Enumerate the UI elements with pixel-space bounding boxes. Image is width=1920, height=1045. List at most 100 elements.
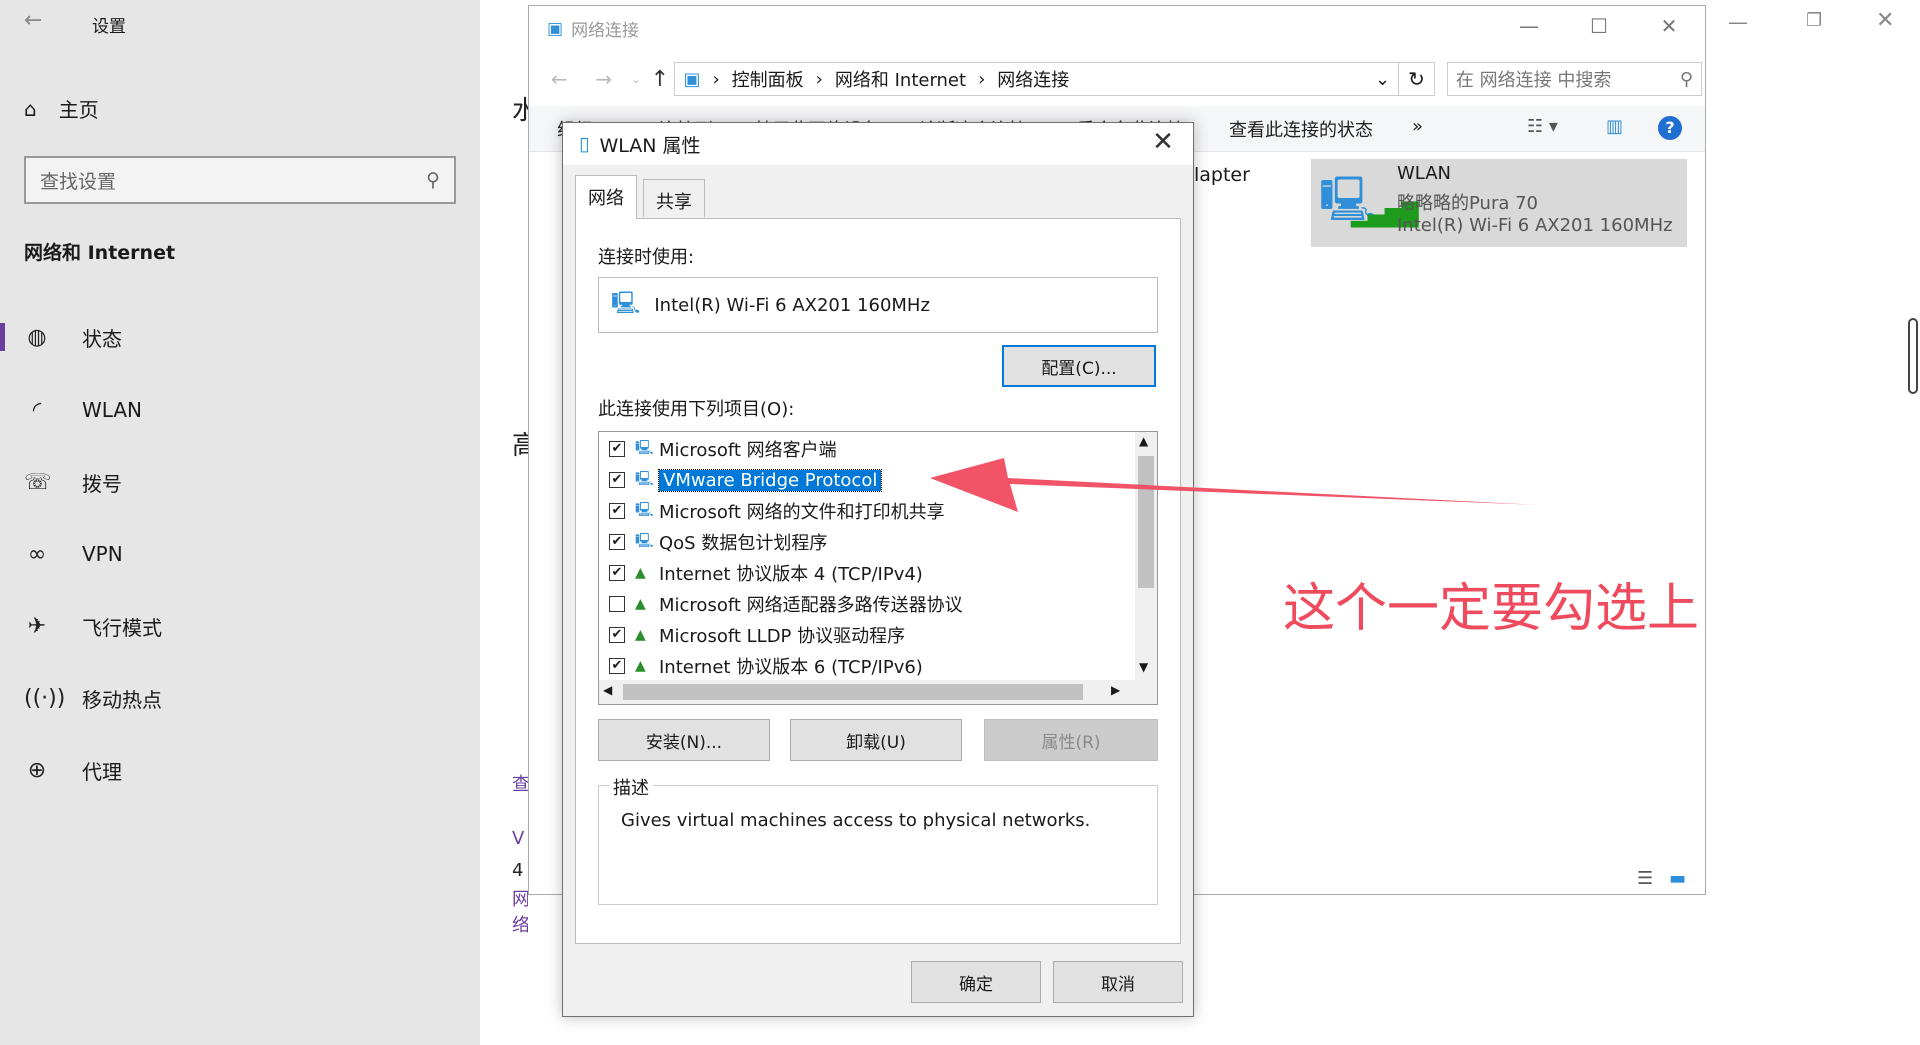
up-icon[interactable]: ↑ xyxy=(645,67,674,92)
annotation-note: 这个一定要勾选上 xyxy=(1283,579,1700,639)
details-view-icon[interactable]: ☰ xyxy=(1637,868,1653,889)
cmd-more[interactable]: » xyxy=(1412,116,1423,137)
scroll-thumb[interactable] xyxy=(1138,456,1154,588)
bg-close-icon[interactable]: ✕ xyxy=(1876,8,1894,33)
wifi-icon: ◜ xyxy=(32,397,42,423)
ok-button[interactable]: 确定 xyxy=(911,961,1041,1003)
nav-label: 代理 xyxy=(82,759,122,784)
checkbox[interactable]: ✔ xyxy=(609,472,625,488)
properties-button[interactable]: 属性(R) xyxy=(984,719,1158,761)
component-list[interactable]: ✔ 🖳 Microsoft 网络客户端 ✔ 🖳 VMware Bridge Pr… xyxy=(598,431,1158,705)
scroll-left-icon[interactable]: ◀ xyxy=(603,683,612,697)
hotspot-icon: ((·)) xyxy=(24,685,66,711)
dialup-icon: ☏ xyxy=(24,469,52,495)
preview-pane-icon[interactable]: ▥ xyxy=(1606,116,1623,137)
network-adapter-icon: 🖳 xyxy=(611,291,641,316)
cancel-button[interactable]: 取消 xyxy=(1053,961,1183,1003)
chevron-down-icon[interactable]: ⌄ xyxy=(1375,69,1390,90)
nav-item-dialup[interactable]: ☏ 拨号 xyxy=(0,458,480,506)
scroll-thumb[interactable] xyxy=(623,684,1083,700)
list-item[interactable]: ✔ 🖳 Microsoft 网络的文件和打印机共享 xyxy=(609,496,945,526)
list-item[interactable]: ✔ 🖳 QoS 数据包计划程序 xyxy=(609,527,827,557)
checkbox[interactable]: ✔ xyxy=(609,441,625,457)
breadcrumb[interactable]: ▣ › 控制面板 › 网络和 Internet › 网络连接 ⌄ xyxy=(674,62,1400,96)
list-item[interactable]: ✔ ▲ Internet 协议版本 4 (TCP/IPv4) xyxy=(609,558,923,588)
search-icon: ⚲ xyxy=(1679,68,1694,90)
checkbox[interactable] xyxy=(609,596,625,612)
page-scrollbar[interactable] xyxy=(1908,318,1918,394)
scroll-right-icon[interactable]: ▶ xyxy=(1111,683,1120,697)
list-item-selected[interactable]: ✔ 🖳 VMware Bridge Protocol xyxy=(609,465,883,495)
checkbox[interactable]: ✔ xyxy=(609,565,625,581)
install-button[interactable]: 安装(N)... xyxy=(598,719,770,761)
protocol-icon: ▲ xyxy=(635,565,646,581)
checkbox[interactable]: ✔ xyxy=(609,658,625,674)
nav-label: 拨号 xyxy=(82,471,122,496)
nav-item-wlan[interactable]: ◜ WLAN xyxy=(0,386,480,434)
view-options-icon[interactable]: ☷ ▾ xyxy=(1527,116,1558,137)
network-client-icon: 🖳 xyxy=(635,502,654,518)
settings-link-fragment[interactable]: 查 xyxy=(512,770,528,796)
protocol-icon: ▲ xyxy=(635,627,646,643)
network-tab-panel: 连接时使用: 🖳 Intel(R) Wi-Fi 6 AX201 160MHz 配… xyxy=(575,218,1181,944)
airplane-icon: ✈ xyxy=(27,613,47,639)
control-panel-icon: ▣ xyxy=(683,68,701,90)
nav-item-status[interactable]: ◍ 状态 xyxy=(0,313,480,361)
scroll-down-icon[interactable]: ▼ xyxy=(1139,660,1148,674)
settings-link-fragment[interactable]: V xyxy=(512,828,524,849)
item-label: Microsoft LLDP 协议驱动程序 xyxy=(659,626,906,647)
wlan-ssid: 略略略的Pura 70 xyxy=(1397,193,1539,214)
wlan-device: Intel(R) Wi-Fi 6 AX201 160MHz xyxy=(1397,215,1673,236)
back-arrow-icon[interactable]: ← xyxy=(24,8,42,33)
vpn-icon: ∞ xyxy=(27,541,47,567)
search-placeholder: 在 网络连接 中搜索 xyxy=(1455,70,1612,91)
list-item[interactable]: ✔ ▲ Microsoft LLDP 协议驱动程序 xyxy=(609,620,905,650)
refresh-icon[interactable]: ↻ xyxy=(1399,62,1435,96)
settings-link-fragment[interactable]: 网络 xyxy=(512,885,528,937)
nav-item-airplane[interactable]: ✈ 飞行模式 xyxy=(0,602,480,650)
wlan-connection-tile[interactable]: 🖳 ▂▄▆█ WLAN 略略略的Pura 70 Intel(R) Wi-Fi 6… xyxy=(1311,159,1687,247)
globe-icon: ⊕ xyxy=(27,757,47,783)
explorer-search-input[interactable]: 在 网络连接 中搜索 ⚲ xyxy=(1446,62,1703,96)
vertical-scrollbar[interactable]: ▲ ▼ xyxy=(1135,432,1157,680)
settings-search-input[interactable]: 查找设置 ⚲ xyxy=(24,156,456,204)
description-text: Gives virtual machines access to physica… xyxy=(621,810,1091,831)
bg-minimize-icon[interactable]: — xyxy=(1728,10,1748,34)
checkbox[interactable]: ✔ xyxy=(609,503,625,519)
item-label: QoS 数据包计划程序 xyxy=(659,533,828,554)
configure-button[interactable]: 配置(C)... xyxy=(1002,345,1156,387)
checkbox[interactable]: ✔ xyxy=(609,627,625,643)
nav-item-vpn[interactable]: ∞ VPN xyxy=(0,530,480,578)
tiles-view-icon[interactable]: ▬ xyxy=(1669,868,1686,889)
dialog-close-icon[interactable]: ✕ xyxy=(1143,127,1183,157)
forward-icon[interactable]: → xyxy=(582,67,627,91)
breadcrumb-item[interactable]: 网络连接 xyxy=(997,66,1069,92)
back-icon[interactable]: ← xyxy=(537,67,582,91)
minimize-icon[interactable]: — xyxy=(1509,14,1549,38)
uninstall-button[interactable]: 卸载(U) xyxy=(790,719,962,761)
nav-label: 飞行模式 xyxy=(82,615,162,640)
cmd-view-status[interactable]: 查看此连接的状态 xyxy=(1229,116,1373,142)
description-label: 描述 xyxy=(609,774,653,800)
section-heading: 网络和 Internet xyxy=(24,242,176,264)
recent-chevron-icon[interactable]: ⌄ xyxy=(626,72,645,86)
maximize-icon[interactable]: ☐ xyxy=(1579,14,1619,38)
list-item[interactable]: ▲ Microsoft 网络适配器多路传送器协议 xyxy=(609,589,963,619)
window-title-text: 网络连接 xyxy=(571,21,640,41)
scroll-up-icon[interactable]: ▲ xyxy=(1139,434,1148,448)
item-label: Internet 协议版本 6 (TCP/IPv6) xyxy=(659,657,923,678)
nav-home[interactable]: ⌂ 主页 xyxy=(24,94,99,123)
breadcrumb-item[interactable]: 控制面板 xyxy=(732,66,804,92)
tab-sharing[interactable]: 共享 xyxy=(643,179,705,217)
tab-network[interactable]: 网络 xyxy=(575,175,637,219)
close-icon[interactable]: ✕ xyxy=(1649,14,1689,38)
nav-item-proxy[interactable]: ⊕ 代理 xyxy=(0,746,480,794)
bg-restore-icon[interactable]: ❐ xyxy=(1806,10,1822,31)
breadcrumb-item[interactable]: 网络和 Internet xyxy=(835,66,966,92)
horizontal-scrollbar[interactable]: ◀ ▶ xyxy=(599,680,1157,704)
checkbox[interactable]: ✔ xyxy=(609,534,625,550)
list-item[interactable]: ✔ 🖳 Microsoft 网络客户端 xyxy=(609,434,837,464)
help-icon[interactable]: ? xyxy=(1658,116,1682,140)
nav-item-hotspot[interactable]: ((·)) 移动热点 xyxy=(0,674,480,722)
list-item[interactable]: ✔ ▲ Internet 协议版本 6 (TCP/IPv6) xyxy=(609,651,923,681)
